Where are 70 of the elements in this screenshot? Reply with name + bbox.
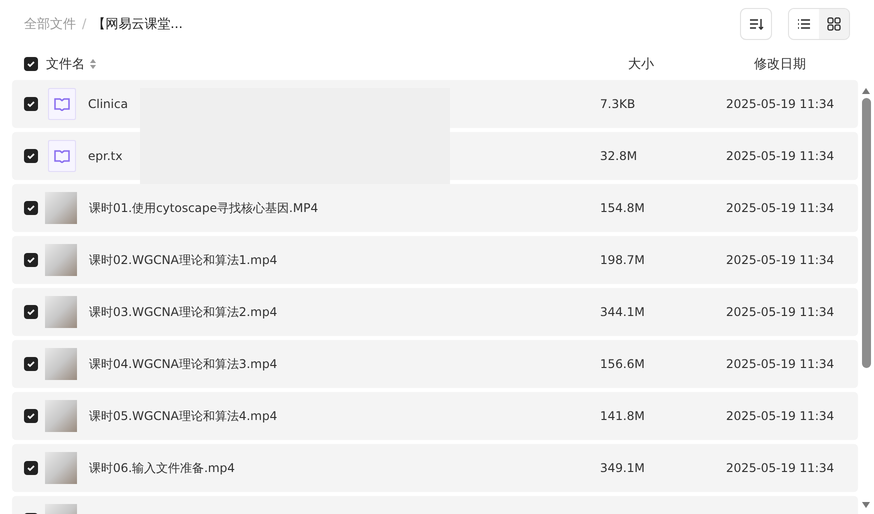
checkmark-icon bbox=[26, 255, 36, 265]
column-header[interactable]: 大小 bbox=[628, 55, 754, 73]
modified-date: 2025-05-19 11:34 bbox=[726, 201, 836, 215]
video-thumbnail bbox=[45, 348, 77, 380]
file-size: 349.1M bbox=[600, 461, 646, 475]
document-icon bbox=[48, 88, 76, 120]
file-name: 课时03.WGCNA理论和算法2.mp4 bbox=[89, 304, 278, 320]
file-row[interactable]: 课时02.WGCNA理论和算法1.mp4 198.7M 2025-05-19 11:34 bbox=[12, 236, 858, 284]
checkmark-icon bbox=[26, 59, 36, 69]
file-size: 198.7M bbox=[600, 253, 646, 267]
breadcrumb-separator: / bbox=[82, 16, 86, 32]
file-name: 课时02.WGCNA理论和算法1.mp4 bbox=[89, 252, 278, 268]
row-checkbox[interactable] bbox=[24, 409, 38, 423]
checkmark-icon bbox=[26, 463, 36, 473]
file-size: 7.3KB bbox=[600, 97, 636, 111]
row-checkbox[interactable] bbox=[24, 253, 38, 267]
row-checkbox[interactable] bbox=[24, 461, 38, 475]
file-row[interactable]: 课时04.WGCNA理论和算法3.mp4 156.6M 2025-05-19 11:34 bbox=[12, 340, 858, 388]
checkmark-icon bbox=[26, 307, 36, 317]
file-size: 344.1M bbox=[600, 305, 646, 319]
modified-date: 2025-05-19 11:34 bbox=[726, 409, 836, 423]
modified-date: 2025-05-19 11:34 bbox=[726, 149, 836, 163]
modified-date: 2025-05-19 11:34 bbox=[726, 461, 836, 475]
column-header[interactable]: 文件名 bbox=[46, 55, 85, 73]
sort-button[interactable] bbox=[740, 8, 772, 40]
list-icon bbox=[797, 17, 811, 31]
file-size: 141.8M bbox=[600, 409, 646, 423]
grid-view-button[interactable] bbox=[819, 9, 849, 39]
sort-icon[interactable] bbox=[89, 58, 97, 70]
document-icon bbox=[48, 140, 76, 172]
file-name: epr.tx bbox=[88, 149, 122, 163]
scrollbar-thumb[interactable] bbox=[862, 98, 870, 368]
breadcrumb-item: 【网易云课堂... bbox=[92, 16, 183, 33]
file-name: 课时05.WGCNA理论和算法4.mp4 bbox=[89, 408, 278, 424]
file-row[interactable]: 课时03.WGCNA理论和算法2.mp4 344.1M 2025-05-19 11:34 bbox=[12, 288, 858, 336]
checkmark-icon bbox=[26, 151, 36, 161]
video-thumbnail bbox=[45, 244, 77, 276]
file-name: 课时04.WGCNA理论和算法3.mp4 bbox=[89, 356, 278, 372]
checkmark-icon bbox=[26, 411, 36, 421]
file-row[interactable]: 课时06.输入文件准备.mp4 349.1M 2025-05-19 11:34 bbox=[12, 444, 858, 492]
file-name: Clinica bbox=[88, 97, 128, 111]
video-thumbnail bbox=[45, 400, 77, 432]
file-size: 156.6M bbox=[600, 357, 646, 371]
file-row[interactable]: 课时05.WGCNA理论和算法4.mp4 141.8M 2025-05-19 11:34 bbox=[12, 392, 858, 440]
checkmark-icon bbox=[26, 359, 36, 369]
video-thumbnail bbox=[45, 452, 77, 484]
file-size: 154.8M bbox=[600, 201, 646, 215]
scroll-up-icon[interactable] bbox=[862, 88, 870, 94]
sort-icon bbox=[748, 16, 764, 32]
modified-date: 2025-05-19 11:34 bbox=[726, 253, 836, 267]
checkmark-icon bbox=[26, 99, 36, 109]
row-checkbox[interactable] bbox=[24, 305, 38, 319]
modified-date: 2025-05-19 11:34 bbox=[726, 357, 836, 371]
file-name: 课时01.使用cytoscape寻找核心基因.MP4 bbox=[89, 200, 318, 216]
row-checkbox[interactable] bbox=[24, 149, 38, 163]
select-all-checkbox[interactable] bbox=[24, 57, 38, 71]
row-checkbox[interactable] bbox=[24, 201, 38, 215]
scroll-down-icon[interactable] bbox=[862, 502, 870, 508]
modified-date: 2025-05-19 11:34 bbox=[726, 97, 836, 111]
file-row[interactable]: 课时01.使用cytoscape寻找核心基因.MP4 154.8M 2025-05-19 11:34 bbox=[12, 184, 858, 232]
column-header[interactable]: 修改日期 bbox=[754, 55, 850, 73]
row-checkbox[interactable] bbox=[24, 357, 38, 371]
checkmark-icon bbox=[26, 203, 36, 213]
file-name: 课时06.输入文件准备.mp4 bbox=[89, 460, 235, 476]
video-thumbnail bbox=[45, 296, 77, 328]
grid-icon bbox=[827, 17, 841, 31]
video-thumbnail bbox=[45, 192, 77, 224]
modified-date: 2025-05-19 11:34 bbox=[726, 305, 836, 319]
file-size: 32.8M bbox=[600, 149, 638, 163]
row-checkbox[interactable] bbox=[24, 97, 38, 111]
